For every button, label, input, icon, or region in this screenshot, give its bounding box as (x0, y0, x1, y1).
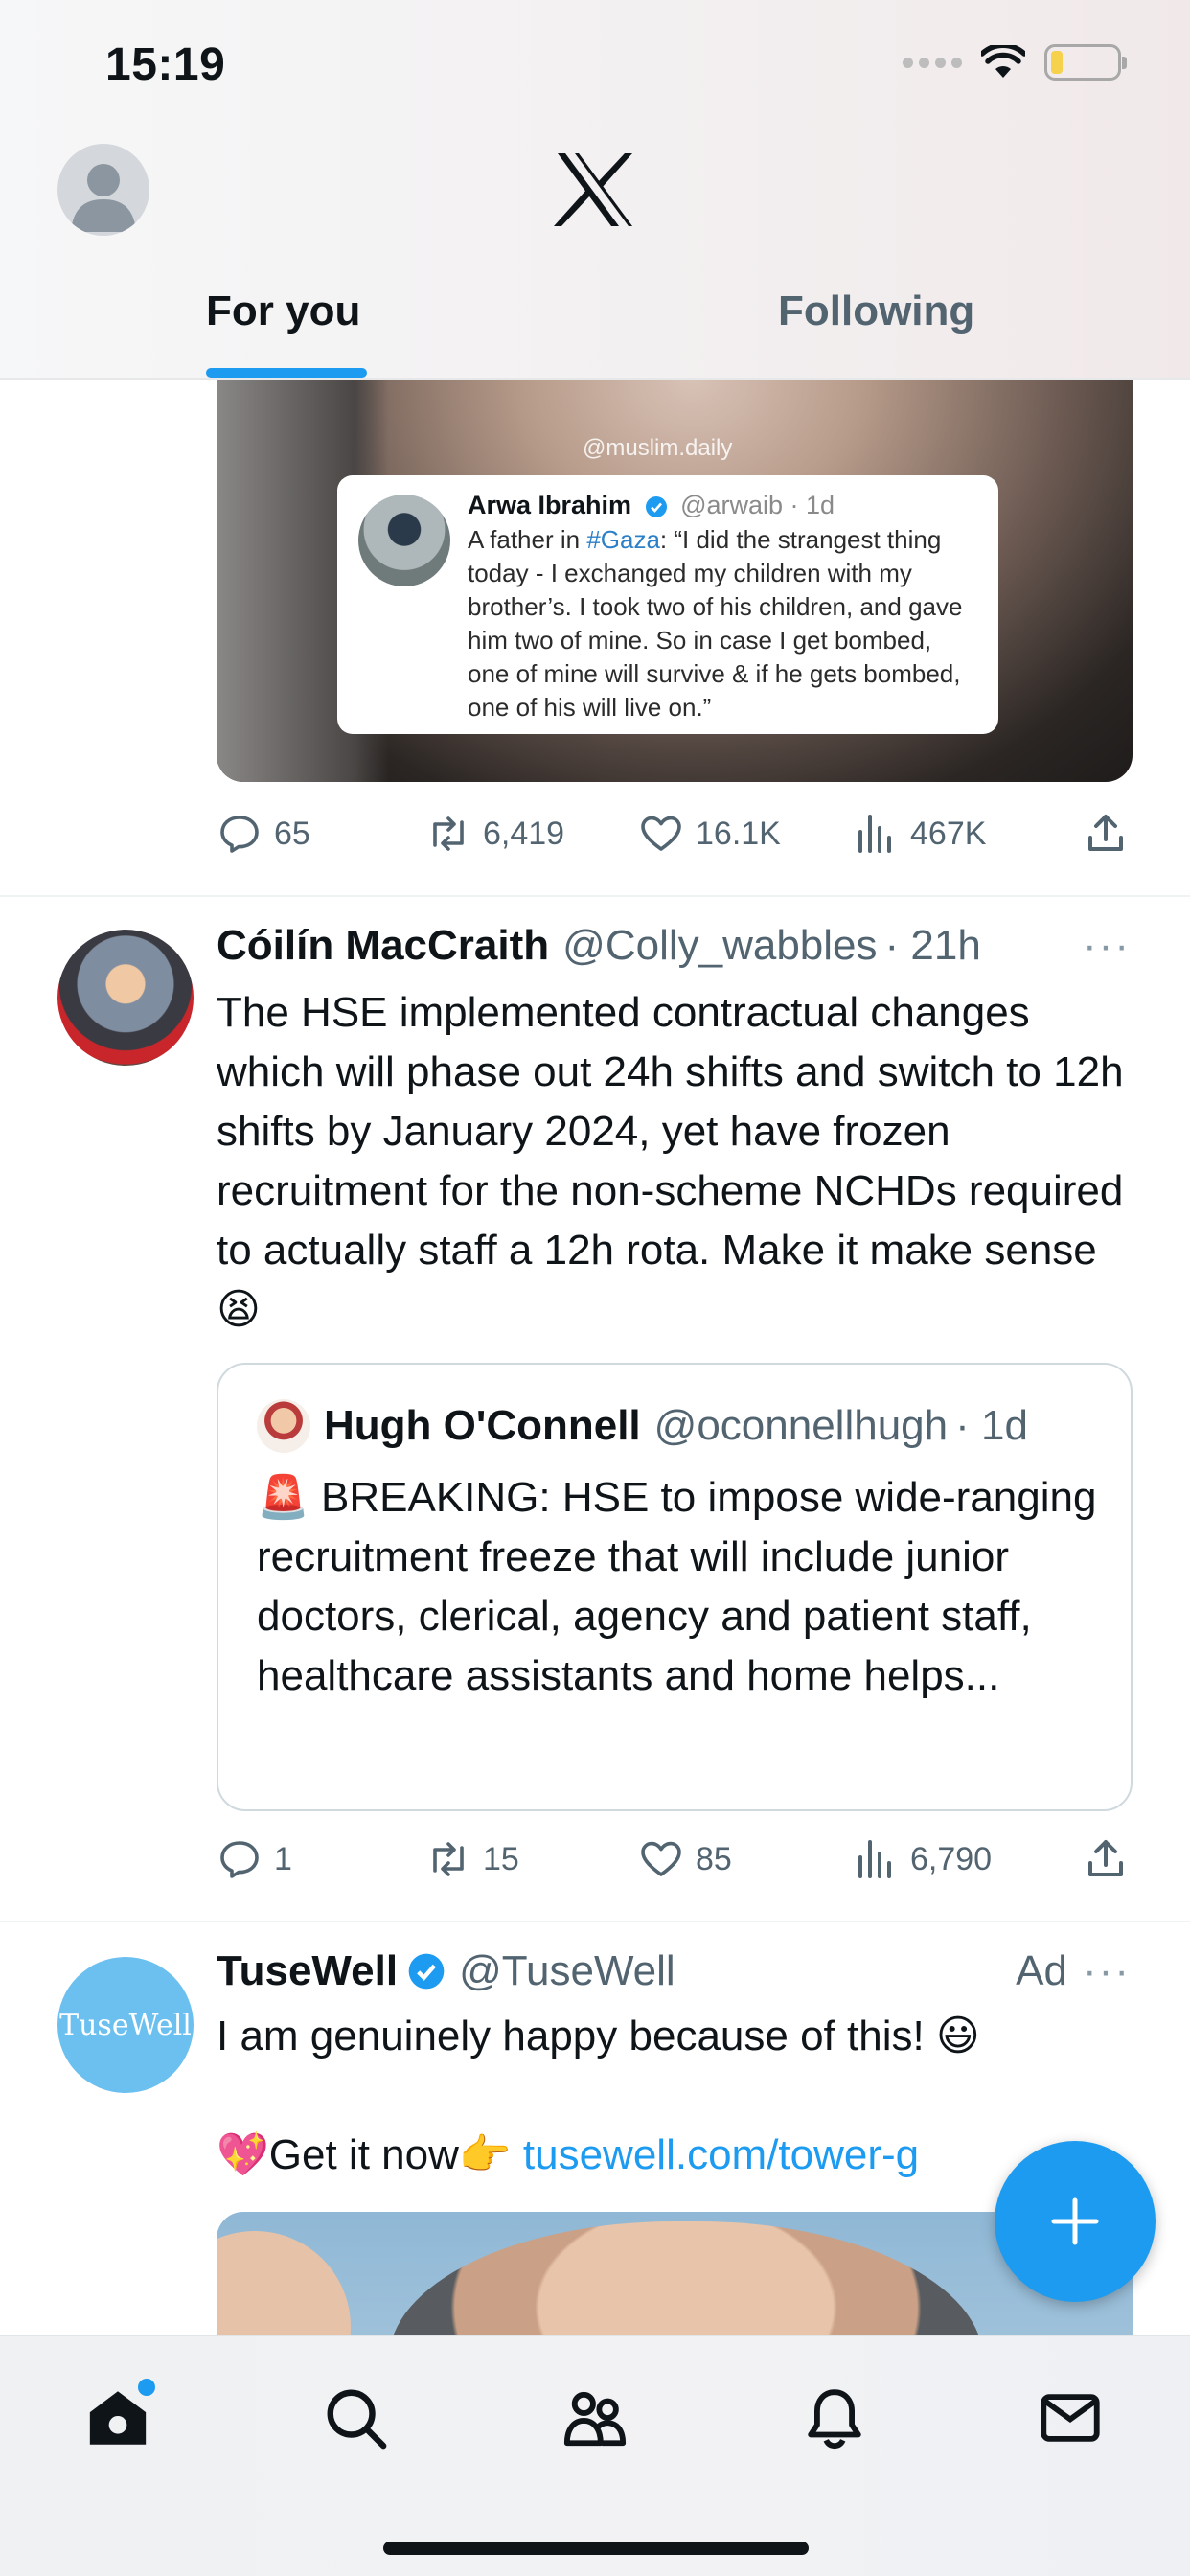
ad-link[interactable]: tusewell.com/tower-g (523, 2131, 919, 2178)
views-button[interactable]: 6,790 (853, 1836, 992, 1882)
nav-notifications[interactable] (791, 2375, 878, 2461)
compose-button[interactable] (995, 2141, 1156, 2302)
repost-count: 15 (483, 1840, 519, 1877)
reply-button[interactable]: 1 (217, 1836, 292, 1882)
nav-communities[interactable] (552, 2375, 638, 2461)
advertiser-avatar[interactable]: TuseWell (57, 1957, 194, 2093)
status-time: 15:19 (105, 39, 226, 90)
plus-icon (1051, 2197, 1099, 2245)
post-header: Cóilín MacCraith @Colly_wabbles · 21h (217, 922, 981, 970)
share-icon (1088, 815, 1123, 851)
author-handle[interactable]: @Colly_wabbles (562, 922, 877, 970)
heart-icon (641, 1841, 681, 1876)
views-button[interactable]: 467K (853, 811, 986, 857)
like-button[interactable]: 16.1K (638, 811, 781, 857)
more-options-icon[interactable]: ··· (1083, 922, 1131, 970)
quoted-post[interactable]: Hugh O'Connell @oconnellhugh · 1d 🚨 BREA… (217, 1363, 1133, 1811)
communities-icon (563, 2391, 627, 2447)
like-button[interactable]: 85 (638, 1836, 732, 1882)
tab-for-you[interactable]: For you (206, 288, 360, 335)
timeline-feed[interactable]: @muslim.daily Arwa Ibrahim @arwaib · 1d … (0, 380, 1190, 2334)
active-tab-indicator (206, 368, 367, 378)
repost-button[interactable]: 6,419 (425, 811, 564, 857)
reply-icon (220, 816, 259, 853)
heart-icon (641, 816, 681, 851)
battery-icon (1044, 44, 1127, 80)
post-header: TuseWell @TuseWell (217, 1947, 675, 1995)
repost-button[interactable]: 15 (425, 1836, 519, 1882)
home-indicator (383, 2542, 809, 2555)
nav-search[interactable] (312, 2375, 399, 2461)
author-avatar[interactable] (57, 930, 194, 1066)
tab-following[interactable]: Following (778, 288, 974, 335)
profile-avatar[interactable] (57, 144, 149, 236)
screenshot-card: Arwa Ibrahim @arwaib · 1d A father in #G… (337, 475, 998, 734)
repost-icon (433, 1842, 464, 1876)
like-count: 85 (696, 1840, 732, 1877)
share-icon (1088, 1840, 1123, 1876)
nav-messages[interactable] (1027, 2375, 1113, 2461)
search-icon (327, 2389, 387, 2450)
status-bar: 15:19 (0, 0, 1190, 125)
ad-text-line2: 💖Get it now👉 tusewell.com/tower-g (217, 2131, 920, 2178)
post-media-image[interactable]: @muslim.daily Arwa Ibrahim @arwaib · 1d … (217, 380, 1133, 782)
screenshot-avatar (358, 494, 450, 586)
bell-icon (808, 2389, 861, 2450)
quoted-author-name: Hugh O'Connell (324, 1402, 641, 1449)
views-chart-icon (858, 1840, 891, 1878)
verified-badge-icon (408, 1953, 445, 1990)
author-name[interactable]: TuseWell (217, 1947, 398, 1995)
post-text: The HSE implemented contractual changes … (217, 989, 1124, 1333)
view-count: 467K (910, 815, 987, 852)
header-divider (0, 378, 1190, 380)
signal-icon (903, 57, 962, 68)
nav-home[interactable] (75, 2375, 161, 2461)
post-time: · 21h (884, 922, 981, 969)
screenshot-text: A father in #Gaza: “I did the strangest … (468, 525, 963, 722)
author-name[interactable]: Cóilín MacCraith (217, 922, 549, 970)
post-divider (0, 895, 1190, 897)
post-actions: 65 6,419 16.1K 467K (217, 805, 1133, 862)
view-count: 6,790 (910, 1840, 993, 1877)
screenshot-handle-time: @arwaib · 1d (680, 491, 835, 519)
reply-button[interactable]: 65 (217, 811, 310, 857)
reply-icon (220, 1841, 259, 1878)
share-button[interactable] (1083, 811, 1129, 857)
verified-badge-icon (645, 495, 667, 518)
screenshot-author-name: Arwa Ibrahim (468, 491, 632, 519)
top-chrome: 15:19 For you Following (0, 0, 1190, 380)
quoted-author-avatar (257, 1399, 310, 1453)
quoted-post-text: 🚨 BREAKING: HSE to impose wide-ranging r… (257, 1474, 1097, 1699)
views-chart-icon (858, 815, 891, 853)
ad-text-line1: I am genuinely happy because of this! 😃 (217, 2012, 980, 2059)
quoted-author-handle: @oconnellhugh (653, 1402, 949, 1449)
x-logo-icon[interactable] (554, 151, 636, 228)
post-divider (0, 1920, 1190, 1922)
more-options-icon[interactable]: ··· (1083, 1947, 1131, 1995)
quoted-post-time: · 1d (955, 1402, 1028, 1449)
author-handle[interactable]: @TuseWell (459, 1947, 675, 1995)
notification-dot (138, 2379, 155, 2396)
repost-icon (433, 816, 464, 851)
share-button[interactable] (1083, 1836, 1129, 1882)
bottom-navigation (0, 2334, 1190, 2576)
post-actions: 1 15 85 6,790 (217, 1830, 1133, 1888)
like-count: 16.1K (696, 815, 781, 852)
status-icons (903, 44, 1127, 80)
wifi-icon (981, 45, 1025, 78)
mail-icon (1041, 2394, 1100, 2442)
feed-tabs: For you Following (0, 278, 1190, 380)
reply-count: 1 (274, 1840, 292, 1877)
reply-count: 65 (274, 815, 310, 852)
ad-label: Ad (1016, 1947, 1067, 1994)
media-watermark: @muslim.daily (583, 435, 733, 461)
repost-count: 6,419 (483, 815, 565, 852)
